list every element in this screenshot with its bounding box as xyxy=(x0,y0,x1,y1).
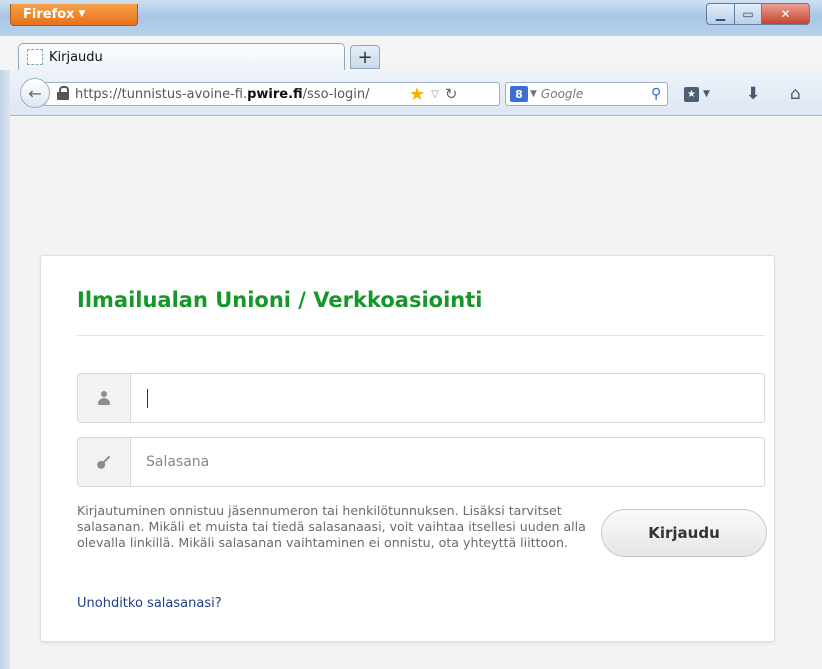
search-bar[interactable]: 8 ▼ Google ⚲ xyxy=(505,82,668,106)
history-dropdown-icon[interactable]: ▽ xyxy=(431,89,439,100)
downloads-button[interactable]: ⬇ xyxy=(746,84,760,104)
window-border xyxy=(0,70,10,669)
close-window-button[interactable]: ✕ xyxy=(762,3,810,25)
home-icon: ⌂ xyxy=(790,84,801,104)
maximize-icon: ▭ xyxy=(742,7,754,21)
reload-icon[interactable]: ↻ xyxy=(445,85,458,103)
login-button[interactable]: Kirjaudu xyxy=(601,509,767,557)
divider xyxy=(77,335,765,336)
bookmarks-button[interactable]: ★ ▼ xyxy=(684,84,710,104)
back-button[interactable]: ← xyxy=(20,78,50,108)
url-actions: ★ ▽ ↻ xyxy=(409,84,457,105)
login-help-text: Kirjautuminen onnistuu jäsennumeron tai … xyxy=(77,503,586,550)
chevron-down-icon: ▼ xyxy=(78,9,86,19)
text-cursor xyxy=(147,389,148,408)
page-title: Ilmailualan Unioni / Verkkoasiointi xyxy=(77,288,483,312)
password-addon xyxy=(78,438,131,486)
key-icon xyxy=(93,451,116,474)
username-addon xyxy=(78,374,131,422)
search-icon[interactable]: ⚲ xyxy=(651,86,661,102)
tab-strip: Kirjaudu + xyxy=(0,36,822,70)
minimize-icon: ▁ xyxy=(715,7,726,21)
window-titlebar: Firefox ▼ ▁ ▭ ✕ xyxy=(0,0,822,36)
tab-title: Kirjaudu xyxy=(49,49,103,65)
page-icon xyxy=(27,49,43,65)
lock-icon xyxy=(57,86,69,100)
address-bar[interactable]: https://tunnistus-avoine-fi.pwire.fi/sso… xyxy=(44,82,500,106)
password-group xyxy=(77,437,765,487)
bookmarks-icon: ★ xyxy=(684,86,699,102)
url-text: https://tunnistus-avoine-fi.pwire.fi/sso… xyxy=(75,87,405,102)
firefox-menu-button[interactable]: Firefox ▼ xyxy=(10,4,138,26)
user-icon xyxy=(96,391,112,405)
username-group xyxy=(77,373,765,423)
page-content: Ilmailualan Unioni / Verkkoasiointi Kirj… xyxy=(10,117,822,669)
window-controls: ▁ ▭ ✕ xyxy=(706,3,810,25)
url-path: /sso-login/ xyxy=(302,86,370,102)
firefox-menu-label: Firefox xyxy=(23,7,75,22)
navigation-toolbar: https://tunnistus-avoine-fi.pwire.fi/sso… xyxy=(0,70,822,116)
search-engine-icon[interactable]: 8 xyxy=(510,86,528,102)
login-card: Ilmailualan Unioni / Verkkoasiointi Kirj… xyxy=(40,255,775,642)
tab-kirjaudu[interactable]: Kirjaudu xyxy=(18,43,345,70)
home-button[interactable]: ⌂ xyxy=(790,84,801,104)
new-tab-button[interactable]: + xyxy=(350,45,380,69)
chevron-down-icon: ▼ xyxy=(703,89,710,99)
url-prefix: https://tunnistus-avoine-fi. xyxy=(75,86,248,102)
password-input[interactable] xyxy=(131,438,764,486)
minimize-button[interactable]: ▁ xyxy=(706,3,735,25)
url-host: pwire.fi xyxy=(247,86,303,102)
bookmark-star-icon[interactable]: ★ xyxy=(409,84,425,105)
forgot-password-link[interactable]: Unohditko salasanasi? xyxy=(77,596,222,611)
username-input[interactable] xyxy=(131,374,764,422)
back-arrow-icon: ← xyxy=(28,83,42,103)
chevron-down-icon[interactable]: ▼ xyxy=(530,89,537,99)
download-arrow-icon: ⬇ xyxy=(746,84,761,104)
close-icon: ✕ xyxy=(780,7,791,21)
maximize-button[interactable]: ▭ xyxy=(735,3,762,25)
search-placeholder: Google xyxy=(540,87,584,101)
plus-icon: + xyxy=(357,46,373,68)
